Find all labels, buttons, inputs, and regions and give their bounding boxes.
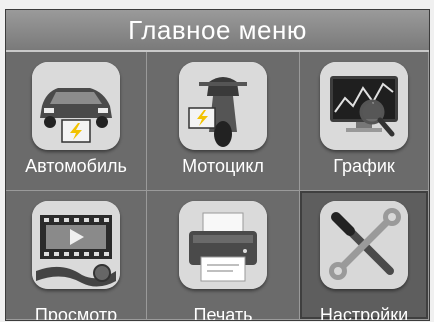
main-menu-screen: Главное меню Автомобиль Мотоцикл График …	[5, 9, 430, 321]
menu-item-settings[interactable]: Настройки	[300, 191, 429, 320]
page-title: Главное меню	[6, 10, 429, 52]
menu-item-label: Настройки	[319, 305, 409, 321]
menu-item-print[interactable]: Печать	[147, 191, 300, 320]
menu-item-label: График	[333, 156, 395, 176]
menu-item-label: Автомобиль	[25, 156, 127, 176]
film-playback-icon	[32, 201, 120, 289]
menu-item-label: Мотоцикл	[182, 156, 264, 176]
menu-item-playback[interactable]: Просмотр	[6, 191, 147, 320]
graph-icon	[320, 62, 408, 150]
printer-icon	[179, 201, 267, 289]
motorcycle-icon	[179, 62, 267, 150]
menu-grid: Автомобиль Мотоцикл График Просмотр Печа…	[6, 52, 429, 320]
menu-item-label: Печать	[193, 305, 253, 321]
tools-icon	[320, 201, 408, 289]
menu-item-motorcycle[interactable]: Мотоцикл	[147, 52, 300, 191]
menu-item-graph[interactable]: График	[300, 52, 429, 191]
menu-item-label: Просмотр	[34, 305, 118, 321]
menu-item-car[interactable]: Автомобиль	[6, 52, 147, 191]
car-icon	[32, 62, 120, 150]
